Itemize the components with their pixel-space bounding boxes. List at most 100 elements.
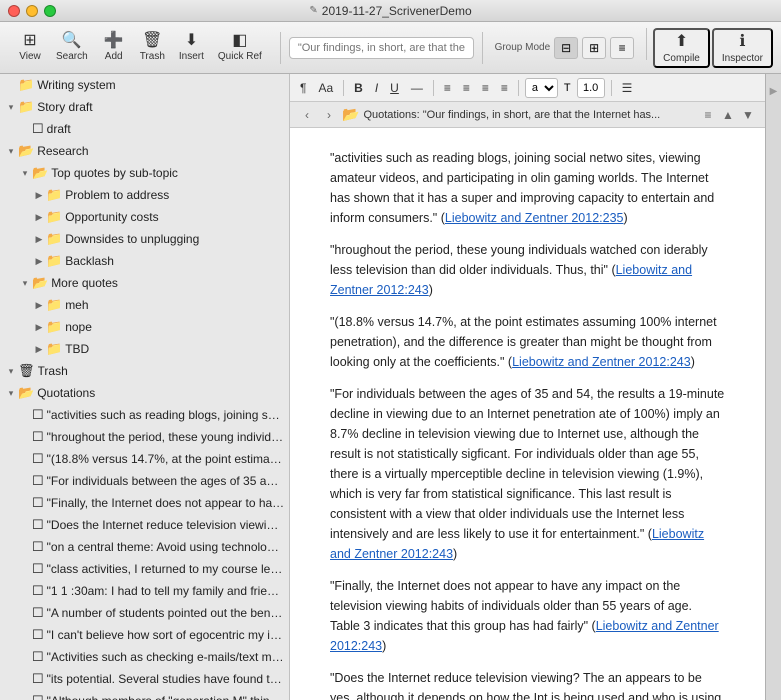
format-strikethrough-button[interactable]: — [407,80,427,96]
sidebar-item-q6[interactable]: ☐"Does the Internet reduce television vi… [0,514,289,536]
group-mode-btn-3[interactable]: ≡ [610,37,634,59]
close-button[interactable] [8,5,20,17]
format-align-center-button[interactable]: ≡ [459,80,474,96]
sidebar-item-trash[interactable]: ▾🗑Trash [0,360,289,382]
tree-label-opportunity-costs: Opportunity costs [65,210,158,224]
tree-arrow-backlash: ▶ [32,256,46,267]
tree-label-q9: "1 1 :30am: I had to tell my family and … [47,584,285,598]
sidebar-item-q5[interactable]: ☐"Finally, the Internet does not appear … [0,492,289,514]
sidebar-item-story-draft[interactable]: ▾📁Story draft [0,96,289,118]
add-button[interactable]: ➕ Add [96,28,132,68]
sidebar-item-q13[interactable]: ☐"its potential. Several studies have fo… [0,668,289,690]
tree-label-backlash: Backlash [65,254,114,268]
tree-icon-q9: ☐ [32,583,44,599]
font-size-label: T [564,82,571,94]
add-icon: ➕ [104,33,124,49]
sidebar-item-meh[interactable]: ▶📁meh [0,294,289,316]
sidebar-item-tbd[interactable]: ▶📁TBD [0,338,289,360]
quick-search-input[interactable] [298,42,465,54]
citation-link-p2[interactable]: Liebowitz and Zentner 2012:243 [330,263,692,297]
quickref-icon: ◧ [232,33,247,49]
tree-icon-q13: ☐ [32,671,44,687]
sidebar-item-q3[interactable]: ☐"(18.8% versus 14.7%, at the point esti… [0,448,289,470]
group-mode-btn-1[interactable]: ⊟ [554,37,578,59]
citation-link-p5[interactable]: Liebowitz and Zentner 2012:243 [330,619,719,653]
format-font-icon[interactable]: Aa [314,80,337,96]
tree-label-quotations: Quotations [37,386,95,400]
citation-link-p4[interactable]: Liebowitz and Zentner 2012:243 [330,527,704,561]
quickref-button[interactable]: ◧ Quick Ref [212,28,268,68]
sidebar-item-q11[interactable]: ☐"I can't believe how sort of egocentric… [0,624,289,646]
sidebar-item-q9[interactable]: ☐"1 1 :30am: I had to tell my family and… [0,580,289,602]
breadcrumb-forward-button[interactable]: › [320,106,338,124]
format-bold-button[interactable]: B [350,80,367,96]
tree-label-top-quotes: Top quotes by sub-topic [51,166,178,180]
tree-icon-q4: ☐ [32,473,44,489]
sidebar-item-draft[interactable]: ☐draft [0,118,289,140]
sidebar-item-q12[interactable]: ☐"Activities such as checking e-mails/te… [0,646,289,668]
format-align-justify-button[interactable]: ≡ [497,80,512,96]
format-align-left-button[interactable]: ≡ [440,80,455,96]
view-button[interactable]: ⊞ View [12,28,48,68]
toolbar-separator-3 [646,28,647,60]
font-size-input[interactable] [577,78,605,98]
sidebar-item-q14[interactable]: ☐"Although members of "generation M" thi… [0,690,289,700]
sidebar-item-q4[interactable]: ☐"For individuals between the ages of 35… [0,470,289,492]
tree-arrow-more-quotes: ▾ [18,278,32,289]
quick-search-bar[interactable] [289,37,474,59]
citation-link-p1[interactable]: Liebowitz and Zentner 2012:235 [445,211,624,225]
sidebar-item-nope[interactable]: ▶📁nope [0,316,289,338]
sidebar-item-q8[interactable]: ☐"class activities, I returned to my cou… [0,558,289,580]
sidebar-item-top-quotes[interactable]: ▾📂Top quotes by sub-topic [0,162,289,184]
sidebar-item-quotations[interactable]: ▾📂Quotations [0,382,289,404]
paragraph-style-select[interactable]: a [525,78,558,98]
format-paragraph-icon[interactable]: ¶ [296,80,310,96]
tree-icon-nope: 📁 [46,319,62,335]
breadcrumb-menu-button[interactable]: ≡ [699,106,717,124]
insert-button[interactable]: ⬇ Insert [173,28,210,68]
tree-icon-tbd: 📁 [46,341,62,357]
sidebar-item-research[interactable]: ▾📂Research [0,140,289,162]
toolbar-separator-2 [482,32,483,64]
tree-label-q1: "activities such as reading blogs, joini… [47,408,285,422]
sidebar-item-q10[interactable]: ☐"A number of students pointed out the b… [0,602,289,624]
inspector-button[interactable]: ℹ Inspector [712,28,773,68]
format-bar: ¶ Aa B I U — ≡ ≡ ≡ ≡ a T ☰ [290,74,765,102]
sidebar-item-problem-to-address[interactable]: ▶📁Problem to address [0,184,289,206]
sidebar-item-q2[interactable]: ☐"hroughout the period, these young indi… [0,426,289,448]
breadcrumb-back-button[interactable]: ‹ [298,106,316,124]
group-mode-btn-2[interactable]: ⊞ [582,37,606,59]
format-list-button[interactable]: ☰ [618,80,637,96]
editor-paragraph-p2: "hroughout the period, these young indiv… [330,240,725,300]
tree-label-q10: "A number of students pointed out the be… [47,606,285,620]
format-sep-2 [433,80,434,96]
tree-label-q8: "class activities, I returned to my cour… [47,562,285,576]
sidebar-item-writing-system[interactable]: 📁Writing system [0,74,289,96]
inspector-panel: ▶ [765,74,781,700]
tree-arrow-quotations: ▾ [4,388,18,399]
breadcrumb-up-button[interactable]: ▲ [719,106,737,124]
format-underline-button[interactable]: U [386,80,403,96]
format-align-right-button[interactable]: ≡ [478,80,493,96]
sidebar-item-q1[interactable]: ☐"activities such as reading blogs, join… [0,404,289,426]
citation-link-p3[interactable]: Liebowitz and Zentner 2012:243 [512,355,691,369]
minimize-button[interactable] [26,5,38,17]
view-icon: ⊞ [23,33,36,49]
compile-button[interactable]: ⬆ Compile [653,28,710,68]
sidebar-item-q7[interactable]: ☐"on a central theme: Avoid using techno… [0,536,289,558]
window-title: ✎ 2019-11-27_ScrivenerDemo [309,4,471,18]
tree-arrow-research: ▾ [4,146,18,157]
trash-button[interactable]: 🗑 Trash [134,28,171,68]
editor-content[interactable]: "activities such as reading blogs, joini… [290,128,765,700]
maximize-button[interactable] [44,5,56,17]
tree-icon-more-quotes: 📂 [32,275,48,291]
tree-label-trash: Trash [38,364,68,378]
sidebar-item-opportunity-costs[interactable]: ▶📁Opportunity costs [0,206,289,228]
sidebar-item-downsides-unplugging[interactable]: ▶📁Downsides to unplugging [0,228,289,250]
tree-label-q11: "I can't believe how sort of egocentric … [47,628,285,642]
sidebar-item-more-quotes[interactable]: ▾📂More quotes [0,272,289,294]
sidebar-item-backlash[interactable]: ▶📁Backlash [0,250,289,272]
search-button[interactable]: 🔍 Search [50,28,94,68]
format-italic-button[interactable]: I [371,80,382,96]
breadcrumb-down-button[interactable]: ▼ [739,106,757,124]
